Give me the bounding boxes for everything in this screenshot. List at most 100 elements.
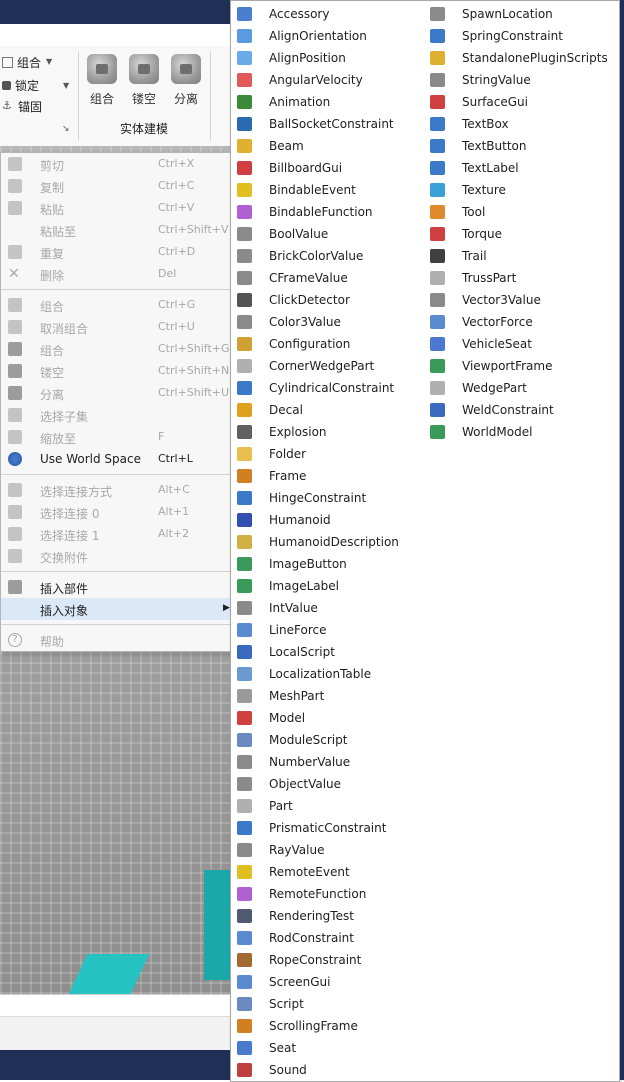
ball-socket-icon: [237, 117, 252, 131]
image-label-icon: [237, 579, 252, 593]
humanoid-icon: [237, 513, 252, 527]
menu-item-select-connection-1[interactable]: 选择连接 1 Alt+2: [1, 523, 233, 545]
object-item-label: Tool: [462, 205, 486, 219]
union-label: 组合: [89, 92, 114, 106]
ribbon-divider: [210, 52, 211, 140]
object-item-label: TextBox: [462, 117, 509, 131]
menu-item-shortcut: Del: [158, 267, 177, 280]
value-icon: [237, 249, 252, 263]
menu-item-label: 剪切: [40, 159, 65, 173]
chevron-down-icon: ▼: [63, 81, 70, 90]
object-item-label: WorldModel: [462, 425, 533, 439]
menu-item-ungroup[interactable]: 取消组合 Ctrl+U: [1, 316, 233, 338]
menu-item-copy[interactable]: 复制 Ctrl+C: [1, 175, 233, 197]
menu-item-help[interactable]: ? 帮助: [1, 629, 233, 651]
object-item-label: Decal: [269, 403, 303, 417]
separate-button[interactable]: 分离: [168, 54, 204, 106]
menu-item-shortcut: Alt+1: [158, 505, 190, 518]
object-item-label: StandalonePluginScripts: [462, 51, 608, 65]
union-icon: [8, 342, 22, 356]
screen-gui-icon: [237, 975, 252, 989]
menu-item-swap-attachments[interactable]: 交换附件: [1, 545, 233, 567]
menu-item-duplicate[interactable]: 重复 Ctrl+D: [1, 241, 233, 263]
menu-item-use-world-space[interactable]: Use World Space Ctrl+L: [1, 448, 233, 470]
menu-item-zoom-to[interactable]: 缩放至 F: [1, 426, 233, 448]
bindable-event-icon: [237, 183, 252, 197]
menu-item-delete[interactable]: ✕ 删除 Del: [1, 263, 233, 285]
value-icon: [237, 601, 252, 615]
part-icon: [237, 799, 252, 813]
humanoid-description-icon: [237, 535, 252, 549]
separate-icon: [8, 386, 22, 400]
menu-item-select-children[interactable]: 选择子集: [1, 404, 233, 426]
decal-icon: [237, 403, 252, 417]
negate-button[interactable]: 镂空: [126, 54, 162, 106]
teal-part[interactable]: [204, 870, 232, 980]
object-item-label: Frame: [269, 469, 307, 483]
object-item-label: Sound: [269, 1063, 307, 1077]
menu-item-shortcut: F: [158, 430, 165, 443]
group-label: 组合: [17, 55, 42, 70]
menu-item-label: 选择连接 1: [40, 529, 100, 543]
value-icon: [237, 777, 252, 791]
object-item-label: RopeConstraint: [269, 953, 362, 967]
weld-icon: [430, 403, 445, 417]
object-item-label: WeldConstraint: [462, 403, 554, 417]
local-script-icon: [237, 645, 252, 659]
object-item-label: CornerWedgePart: [269, 359, 375, 373]
menu-item-union[interactable]: 组合 Ctrl+Shift+G: [1, 338, 233, 360]
menu-item-shortcut: Ctrl+Shift+V: [158, 223, 229, 236]
menu-item-label: 组合: [40, 344, 65, 358]
anchor-label: 锚固: [18, 99, 43, 114]
menu-item-group[interactable]: 组合 Ctrl+G: [1, 294, 233, 316]
chevron-right-icon: ▶: [223, 603, 230, 613]
lock-dropdown[interactable]: 锁定: [2, 75, 39, 95]
menu-item-insert-part[interactable]: 插入部件: [1, 576, 233, 598]
line-force-icon: [237, 623, 252, 637]
expand-corner-icon[interactable]: ↘: [62, 124, 70, 134]
negate-icon: [129, 54, 159, 84]
menu-separator: [1, 289, 233, 290]
menu-item-separate[interactable]: 分离 Ctrl+Shift+U: [1, 382, 233, 404]
object-item-label: RemoteFunction: [269, 887, 367, 901]
mesh-part-icon: [237, 689, 252, 703]
menu-item-label: 粘贴: [40, 203, 65, 217]
object-item-label: Model: [269, 711, 306, 725]
rope-icon: [237, 953, 252, 967]
object-item-label: BindableEvent: [269, 183, 356, 197]
object-item-label: NumberValue: [269, 755, 351, 769]
sound-icon: [237, 1063, 252, 1077]
anchor-icon: ⚓: [2, 99, 12, 112]
object-item-label: VectorForce: [462, 315, 533, 329]
menu-item-shortcut: Ctrl+L: [158, 452, 193, 465]
menu-item-shortcut: Ctrl+Shift+N: [158, 364, 230, 377]
ungroup-icon: [8, 320, 22, 334]
object-item-label: LineForce: [269, 623, 327, 637]
menu-item-shortcut: Ctrl+U: [158, 320, 195, 333]
menu-item-paste[interactable]: 粘贴 Ctrl+V: [1, 197, 233, 219]
menu-item-paste-into[interactable]: 粘贴至 Ctrl+Shift+V: [1, 219, 233, 241]
menu-item-cut[interactable]: 剪切 Ctrl+X: [1, 153, 233, 175]
object-item-label: AlignPosition: [269, 51, 346, 65]
menu-item-select-connection[interactable]: 选择连接方式 Alt+C: [1, 479, 233, 501]
object-item-label: AlignOrientation: [269, 29, 367, 43]
accessory-icon: [237, 7, 252, 21]
menu-item-shortcut: Ctrl+C: [158, 179, 195, 192]
bindable-function-icon: [237, 205, 252, 219]
value-icon: [237, 755, 252, 769]
menu-item-negate[interactable]: 镂空 Ctrl+Shift+N: [1, 360, 233, 382]
billboard-gui-icon: [237, 161, 252, 175]
object-item-label: ModuleScript: [269, 733, 348, 747]
menu-item-insert-object[interactable]: 插入对象 ▶: [1, 598, 233, 620]
anchor-button[interactable]: ⚓ 锚固: [2, 96, 42, 116]
group-dropdown[interactable]: 组合: [2, 52, 41, 72]
insert-object-submenu: Accessory AlignOrientation AlignPosition An…: [230, 0, 620, 1082]
menu-item-select-connection-0[interactable]: 选择连接 0 Alt+1: [1, 501, 233, 523]
copy-icon: [8, 179, 22, 193]
menu-separator: [1, 571, 233, 572]
menu-item-label: 交换附件: [40, 551, 89, 565]
union-button[interactable]: 组合: [84, 54, 120, 106]
object-item-label: ClickDetector: [269, 293, 350, 307]
object-item-label: BindableFunction: [269, 205, 373, 219]
image-button-icon: [237, 557, 252, 571]
